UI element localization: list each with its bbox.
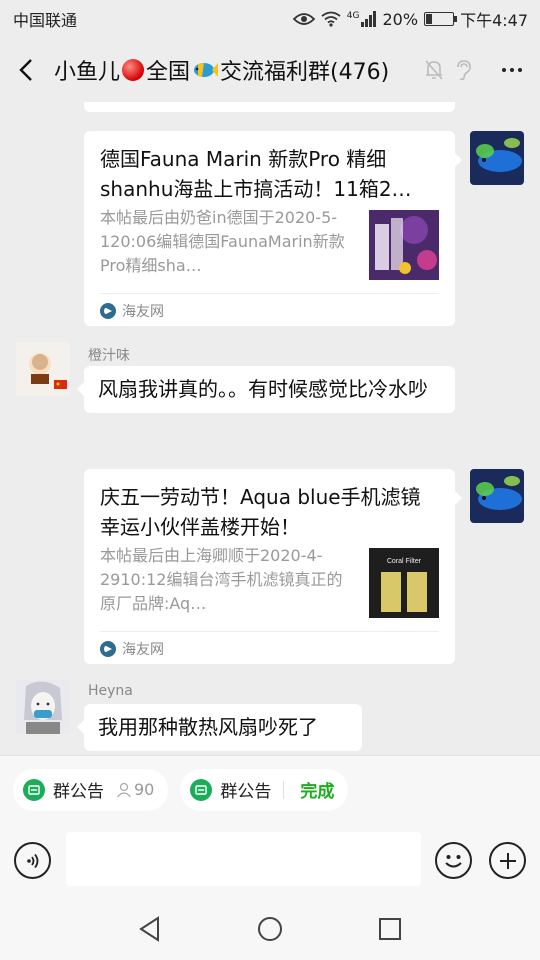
- nav-home-icon[interactable]: [257, 916, 283, 942]
- avatar-orange-juice[interactable]: [16, 342, 70, 396]
- status-bar: 中国联通 4G 20% 下午4:47: [0, 0, 540, 38]
- clock: 下午4:47: [460, 11, 528, 30]
- group-notice-label: 群公告: [220, 782, 272, 802]
- link-card-thumbnail: Coral Filter: [369, 548, 439, 618]
- link-card-desc: 本帖最后由奶爸in德国于2020-5-120:06编辑德国FaunaMarin新…: [100, 208, 345, 275]
- ear-icon: [457, 60, 471, 81]
- mute-bell-icon: [425, 60, 443, 80]
- wifi-icon: [321, 11, 341, 27]
- back-icon[interactable]: [4, 38, 48, 102]
- signal-icon: 4G: [347, 11, 377, 27]
- battery-percent: 20%: [382, 9, 419, 29]
- input-bar: [0, 823, 540, 898]
- avatar-heyna[interactable]: [16, 680, 70, 734]
- thumbnail-caption: Coral Filter: [386, 558, 422, 565]
- eye-icon: [292, 12, 315, 26]
- link-card[interactable]: 德国Fauna Marin 新款Pro 精细shanhu海盐上市搞活动！11箱2…: [84, 131, 462, 326]
- message-bubble[interactable]: 风扇我讲真的。。有时候感觉比冷水吵: [77, 366, 455, 413]
- nav-back-icon[interactable]: [138, 916, 162, 942]
- haiyou-logo-icon: [100, 641, 116, 657]
- link-card-title: 德国Fauna Marin 新款Pro 精细shanhu海盐上市搞活动！11箱2…: [100, 147, 412, 201]
- network-type: 4G: [346, 11, 360, 21]
- battery-icon: [424, 12, 458, 26]
- title-part1: 小鱼儿: [54, 60, 121, 85]
- link-card-source: 海友网: [100, 301, 164, 321]
- notice-icon: [190, 778, 213, 801]
- avatar-self[interactable]: [470, 469, 524, 523]
- group-notice-label: 群公告: [53, 782, 104, 802]
- person-icon: [116, 782, 132, 797]
- group-notice-bar: 群公告 90 群公告 完成: [0, 755, 540, 823]
- title-part2: 全国: [146, 60, 191, 85]
- system-nav-bar: [0, 898, 540, 960]
- chat-area[interactable]: 德国Fauna Marin 新款Pro 精细shanhu海盐上市搞活动！11箱2…: [0, 102, 540, 755]
- link-card-source-name: 海友网: [122, 642, 164, 658]
- message-bubble[interactable]: 我用那种散热风扇吵死了: [77, 704, 362, 751]
- link-card-source-name: 海友网: [122, 304, 164, 320]
- notice-icon: [23, 778, 45, 801]
- haiyou-logo-icon: [100, 303, 116, 319]
- link-card-body: 本帖最后由上海卿顺于2020-4-2910:12编辑台湾手机滤镜真正的原厂品牌:…: [84, 544, 455, 618]
- link-card-divider: [100, 631, 439, 632]
- carrier-name: 中国联通: [13, 11, 78, 30]
- more-icon[interactable]: [502, 68, 522, 72]
- sender-name: 橙汁味: [88, 348, 130, 364]
- red-circle-emoji-icon: [122, 59, 145, 81]
- link-card-source: 海友网: [100, 639, 164, 659]
- emoji-icon[interactable]: [435, 842, 472, 879]
- status-right: 4G 20% 下午4:47: [292, 7, 528, 31]
- link-card-title: 庆五一劳动节！Aqua blue手机滤镜幸运小伙伴盖楼开始！: [100, 485, 421, 539]
- chat-title: 小鱼儿 全国 交流福利群(476): [54, 54, 424, 86]
- nav-recents-icon[interactable]: [378, 917, 402, 941]
- sender-name: Heyna: [88, 683, 133, 699]
- tropical-fish-emoji-icon: [194, 63, 219, 77]
- previous-card[interactable]: [84, 102, 455, 112]
- title-part3: 交流福利群(476): [220, 60, 390, 85]
- done-button[interactable]: 完成: [300, 777, 334, 802]
- avatar-self[interactable]: [470, 131, 524, 185]
- battery-fill: [426, 14, 432, 24]
- header-icons: [424, 59, 522, 81]
- link-card-thumbnail: [369, 210, 439, 280]
- link-card-desc: 本帖最后由上海卿顺于2020-4-2910:12编辑台湾手机滤镜真正的原厂品牌:…: [100, 546, 343, 613]
- message-input[interactable]: [66, 832, 421, 886]
- link-card-divider: [100, 293, 439, 294]
- member-count: 90: [116, 780, 154, 799]
- group-notice-chip[interactable]: 群公告 完成: [180, 768, 349, 811]
- member-count-value: 90: [134, 780, 155, 799]
- chat-header: 小鱼儿 全国 交流福利群(476): [0, 38, 540, 102]
- link-card[interactable]: 庆五一劳动节！Aqua blue手机滤镜幸运小伙伴盖楼开始！ 本帖最后由上海卿顺…: [84, 469, 462, 664]
- link-card-body: 本帖最后由奶爸in德国于2020-5-120:06编辑德国FaunaMarin新…: [84, 206, 455, 280]
- add-attachment-icon[interactable]: [489, 842, 526, 879]
- voice-input-icon[interactable]: [14, 842, 51, 879]
- group-notice-chip[interactable]: 群公告 90: [13, 768, 169, 811]
